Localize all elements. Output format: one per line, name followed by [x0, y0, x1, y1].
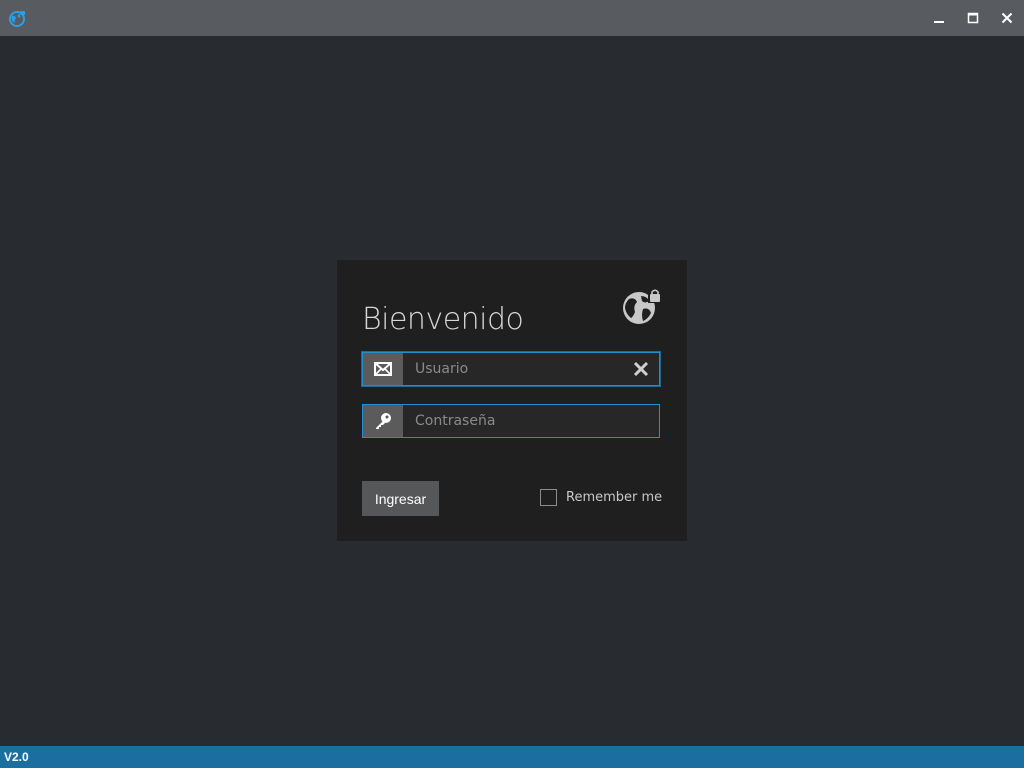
- password-input[interactable]: [403, 405, 659, 437]
- close-button[interactable]: [990, 0, 1024, 36]
- username-input[interactable]: [403, 353, 623, 385]
- maximize-icon: [967, 12, 979, 24]
- remember-me-checkbox[interactable]: Remember me: [540, 489, 662, 506]
- close-icon: [1001, 12, 1013, 24]
- password-icon-box: [363, 405, 403, 437]
- close-icon: [633, 361, 649, 377]
- key-icon: [376, 413, 391, 429]
- login-title: Bienvenido: [362, 302, 524, 337]
- globe-icon: [9, 11, 25, 27]
- remember-me-label: Remember me: [566, 490, 663, 505]
- globe-lock-icon: [623, 289, 662, 324]
- login-card: Bienvenido Usuario Ingresar Remember me: [337, 260, 687, 541]
- username-field: [362, 352, 660, 386]
- clear-username-button[interactable]: [623, 353, 659, 385]
- version-label: V2.0: [4, 750, 29, 764]
- status-bar: V2.0: [0, 746, 1024, 768]
- title-bar: [0, 0, 1024, 36]
- envelope-icon: [374, 362, 392, 376]
- login-button[interactable]: Ingresar: [362, 481, 439, 516]
- minimize-icon: [934, 21, 944, 23]
- maximize-button[interactable]: [956, 0, 990, 36]
- minimize-button[interactable]: [922, 0, 956, 36]
- checkbox-box[interactable]: [540, 489, 557, 506]
- username-icon-box: [363, 353, 403, 385]
- password-field: [362, 404, 660, 438]
